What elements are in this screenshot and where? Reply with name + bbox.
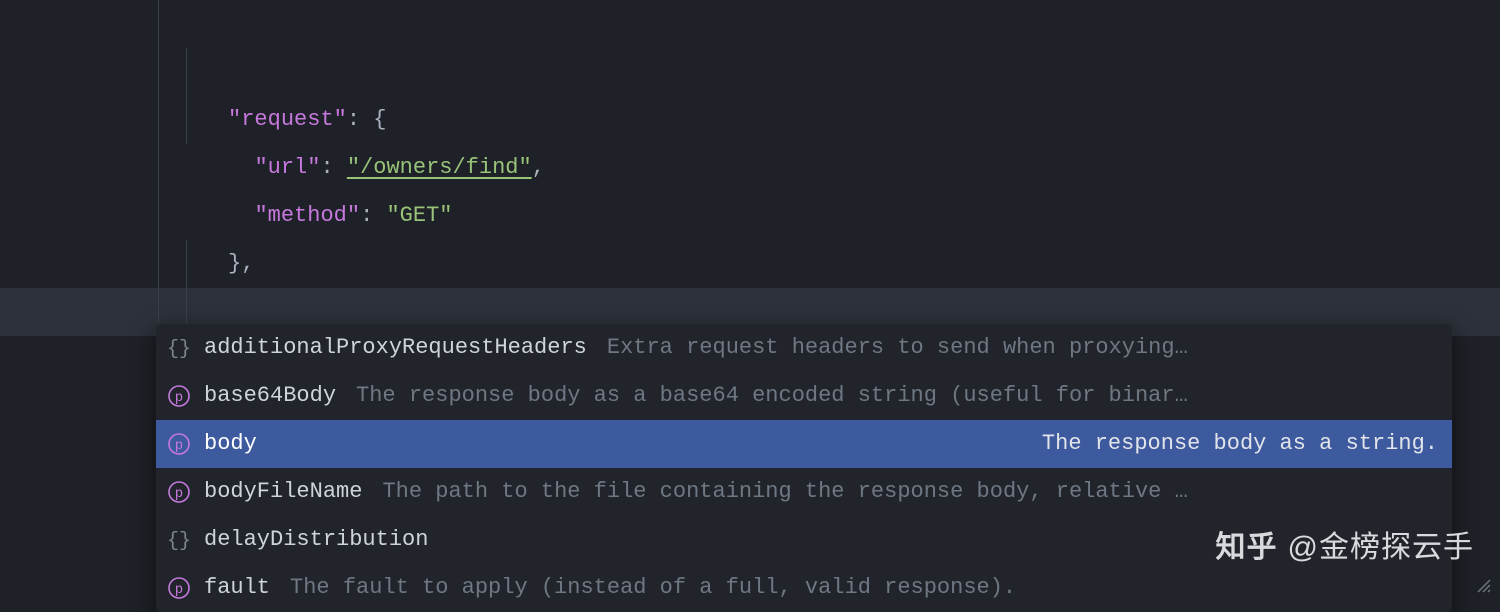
svg-text:p: p (175, 438, 183, 454)
completion-item-name: bodyFileName (204, 468, 362, 516)
resize-handle-icon[interactable] (1474, 576, 1492, 594)
svg-text:p: p (175, 582, 183, 598)
code-line[interactable]: "url": "/owners/find", (0, 48, 1500, 96)
code-line[interactable]: "method": "GET" (0, 96, 1500, 144)
code-line[interactable]: "status": 200, (0, 240, 1500, 288)
code-line[interactable]: }, (0, 144, 1500, 192)
braces-icon: {} (166, 335, 192, 361)
watermark-label: @金榜探云手 (1288, 524, 1474, 572)
svg-text:{}: {} (167, 338, 191, 361)
completion-item-selected[interactable]: p body The response body as a string. (156, 420, 1452, 468)
completion-item-desc: The path to the file containing the resp… (382, 468, 1438, 516)
completion-item-name: base64Body (204, 372, 336, 420)
property-icon: p (166, 383, 192, 409)
svg-text:p: p (175, 390, 183, 406)
svg-text:p: p (175, 486, 183, 502)
completion-item-name: delayDistribution (204, 516, 428, 564)
property-icon: p (166, 575, 192, 601)
completion-item[interactable]: p bodyFileName The path to the file contai… (156, 468, 1452, 516)
svg-text:{}: {} (167, 530, 191, 553)
completion-item-desc: The response body as a base64 encoded st… (356, 372, 1438, 420)
completion-item-name: additionalProxyRequestHeaders (204, 324, 587, 372)
code-line[interactable]: "response": { (0, 192, 1500, 240)
code-line[interactable]: "request": { (0, 0, 1500, 48)
property-icon: p (166, 479, 192, 505)
completion-item-desc: Extra request headers to send when proxy… (607, 324, 1438, 372)
watermark-brand: 知乎 (1216, 524, 1278, 572)
completion-item-name: fault (204, 564, 270, 612)
completion-item[interactable]: {} additionalProxyRequestHeaders Extra req… (156, 324, 1452, 372)
completion-item-name: body (204, 420, 257, 468)
completion-item[interactable]: p base64Body The response body as a base64… (156, 372, 1452, 420)
property-icon: p (166, 431, 192, 457)
braces-icon: {} (166, 527, 192, 553)
completion-item-desc: The response body as a string. (1042, 420, 1438, 468)
watermark: 知乎 @金榜探云手 (1216, 524, 1474, 572)
